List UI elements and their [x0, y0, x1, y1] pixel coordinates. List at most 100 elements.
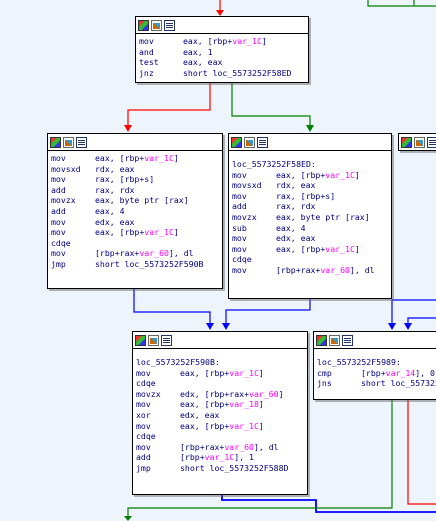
edge-n3-to-n4 — [225, 297, 311, 324]
color-icon[interactable] — [231, 136, 242, 148]
list-icon[interactable] — [164, 19, 175, 31]
operand: eax, [rbp+ — [95, 153, 145, 163]
operand-suffix: ] — [173, 153, 179, 163]
code-block-node-1[interactable]: mov eax, [rbp+var_1C] and eax, 1 test eax, ea… — [135, 16, 309, 83]
node-header — [136, 17, 308, 34]
color-icon[interactable] — [135, 334, 146, 346]
mnemonic: cdqe — [136, 378, 156, 389]
instruction-line: sub eax, 4 — [232, 223, 388, 234]
operand: rax, rdx — [95, 184, 135, 195]
instruction-line: mov eax, [rbp+var_18] — [136, 399, 304, 410]
list-icon[interactable] — [342, 334, 353, 346]
operand: eax, [rbp+ — [276, 169, 326, 180]
mnemonic: mov — [232, 243, 247, 254]
mnemonic: mov — [232, 169, 247, 180]
operand: eax, [rbp+ — [95, 227, 145, 238]
mnemonic: mov — [232, 190, 247, 201]
operand: eax, [rbp+ — [180, 399, 230, 410]
variable-name: var_14 — [385, 367, 416, 378]
operand: edx, [rbp+rax+ — [180, 388, 250, 399]
node-body: loc_5573252F5989: cmp [rbp+var_14], 0 jns sh… — [314, 349, 436, 391]
code-block-node-partial-right[interactable] — [398, 133, 436, 151]
graph-icon[interactable] — [244, 136, 255, 148]
instruction-line: mov [rbp+rax+var_60], dl — [51, 248, 219, 259]
graph-icon[interactable] — [148, 334, 159, 346]
mnemonic: movzx — [232, 211, 257, 222]
operand: eax, [rbp+ — [180, 420, 230, 431]
list-icon[interactable] — [76, 136, 87, 148]
operand-suffix: ], dl — [168, 248, 194, 259]
code-block-node-4[interactable]: loc_5573252F590B: mov eax, [rbp+var_1C] cdq… — [132, 331, 308, 495]
variable-name: var_1C — [325, 243, 355, 254]
instruction-line: movzx eax, byte ptr [rax] — [232, 212, 388, 223]
instruction-line: and eax, 1 — [139, 47, 305, 58]
edge-into-n5-b — [407, 317, 436, 324]
instruction-line: mov [rbp+rax+var_60], dl — [232, 265, 388, 276]
graph-icon[interactable] — [151, 19, 162, 31]
code-block-node-5[interactable]: loc_5573252F5989: cmp [rbp+var_14], 0 jns sh… — [313, 331, 436, 400]
mnemonic: mov — [136, 367, 151, 378]
instruction-line: mov edx, eax — [232, 233, 388, 244]
list-icon[interactable] — [427, 136, 436, 148]
graph-icon[interactable] — [414, 136, 425, 148]
list-icon[interactable] — [161, 334, 172, 346]
variable-name: var_60 — [139, 248, 169, 259]
node-header — [399, 134, 436, 150]
operand-suffix: ], dl — [349, 264, 375, 275]
operand: eax, 4 — [276, 222, 306, 233]
mnemonic: sub — [232, 222, 247, 233]
list-icon[interactable] — [257, 136, 268, 148]
graph-icon[interactable] — [63, 136, 74, 148]
edge-into-n5-a-arrow — [388, 323, 396, 330]
instruction-line: movsxd rdx, eax — [232, 180, 388, 191]
variable-name: var_1C — [229, 420, 259, 431]
operand-suffix: ] — [354, 243, 360, 254]
instruction-line: xor edx, eax — [136, 410, 304, 421]
node-header — [133, 332, 307, 349]
graph-icon[interactable] — [329, 334, 340, 346]
operand: short loc_5573252F58ED — [183, 67, 292, 78]
operand: eax, byte ptr [rax] — [95, 195, 189, 206]
operand-suffix: ] — [173, 227, 179, 238]
operand: [rbp+rax+ — [95, 248, 140, 259]
address-label: loc_5573252F590B: — [136, 357, 220, 367]
instruction-line: movzx edx, [rbp+rax+var_60] — [136, 389, 304, 400]
instruction-line: movzx eax, byte ptr [rax] — [51, 195, 219, 206]
color-icon[interactable] — [138, 19, 149, 31]
operand: eax, byte ptr [rax] — [276, 211, 370, 222]
variable-name: var_1C — [144, 153, 174, 163]
edge-n4-loopback — [221, 493, 436, 513]
edge-into-n5-a — [391, 299, 436, 324]
operand: short loc_5573252F588D — [180, 462, 289, 473]
node-body: loc_5573252F58ED: mov eax, [rbp+var_1C] mov… — [229, 151, 391, 278]
color-icon[interactable] — [316, 334, 327, 346]
operand: rax, [rbp+s] — [95, 174, 155, 185]
address-label: loc_5573252F58ED: — [232, 159, 316, 169]
code-block-node-3[interactable]: loc_5573252F58ED: mov eax, [rbp+var_1C] mov… — [228, 133, 392, 299]
mnemonic: mov — [51, 174, 66, 185]
edge-n3-to-n4-arrow — [222, 323, 230, 330]
mnemonic: add — [136, 452, 151, 463]
mnemonic: add — [51, 184, 66, 195]
operand: short loc_5573252F590B — [95, 258, 204, 269]
operand: rax, rdx — [276, 201, 316, 212]
operand-suffix: ] — [354, 169, 360, 180]
instruction-line: mov eax, [rbp+var_1C] — [136, 421, 304, 432]
operand-suffix: ], 0 — [415, 367, 435, 378]
instruction-line: mov [rbp+rax+var_60], dl — [136, 442, 304, 453]
code-block-node-2[interactable]: mov eax, [rbp+var_1C] movsxd rdx, eax mov rax… — [47, 133, 223, 289]
instruction-line: cmp [rbp+var_14], 0 — [317, 368, 436, 379]
operand: [rbp+ — [361, 367, 386, 378]
edge-n2-to-n4-arrow — [206, 323, 214, 330]
color-icon[interactable] — [401, 136, 412, 148]
variable-name: var_1C — [232, 36, 262, 46]
mnemonic: mov — [136, 441, 151, 452]
instruction-line: mov rax, [rbp+s] — [232, 191, 388, 202]
mnemonic: jnz — [139, 67, 154, 78]
mnemonic: mov — [51, 248, 66, 259]
instruction-line: cdqe — [136, 378, 304, 389]
color-icon[interactable] — [50, 136, 61, 148]
instruction-line: cdqe — [232, 254, 388, 265]
instruction-line: movsxd rdx, eax — [51, 164, 219, 175]
edge-n1-to-n2-arrow — [124, 125, 132, 132]
